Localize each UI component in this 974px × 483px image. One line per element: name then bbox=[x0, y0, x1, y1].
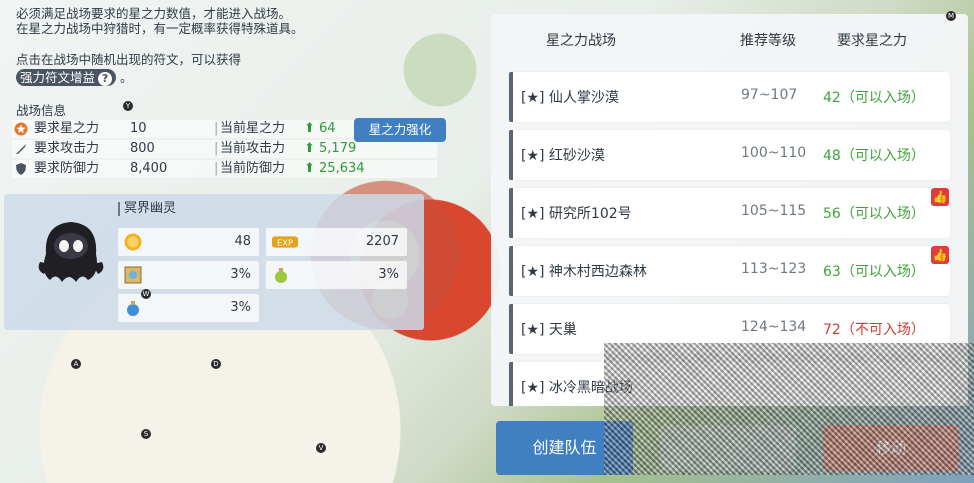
stat-label: 要求攻击力 bbox=[34, 141, 100, 156]
battlefield-row[interactable]: [★] 研究所102号 105~115 56（可以入场） bbox=[509, 188, 950, 238]
row-accent bbox=[509, 362, 513, 406]
divider: | bbox=[214, 141, 219, 156]
stat-cell-rune: 3% bbox=[118, 261, 259, 289]
battlefield-req: 48（可以入场） bbox=[823, 148, 925, 164]
ghost-monster-icon bbox=[38, 222, 104, 282]
battlefield-name: [★] 天巢 bbox=[521, 322, 577, 338]
stat-cell-exp: EXP 2207 bbox=[266, 228, 407, 256]
stat-cell-potion-green: 3% bbox=[266, 261, 407, 289]
header-level: 推荐等级 bbox=[740, 33, 796, 49]
stat-cell-value: 3% bbox=[230, 300, 251, 315]
key-hint-dot: M bbox=[946, 11, 956, 21]
up-arrow-icon: ⬆ bbox=[304, 141, 320, 156]
stat-value: 800 bbox=[130, 141, 155, 156]
header-req: 要求星之力 bbox=[837, 33, 907, 49]
row-accent bbox=[509, 246, 513, 296]
stat-current-label: 当前星之力 bbox=[220, 121, 286, 136]
stat-row-defense: 要求防御力 8,400 | 当前防御力 ⬆ 25,634 bbox=[12, 160, 437, 178]
stat-current-number: 25,634 bbox=[319, 161, 365, 176]
info-line-3: 点击在战场中随机出现的符文，可以获得 bbox=[16, 52, 242, 67]
divider: | bbox=[214, 161, 219, 176]
battlefield-name: [★] 红砂沙漠 bbox=[521, 148, 605, 164]
row-accent bbox=[509, 304, 513, 354]
battlefield-req: 72（不可入场） bbox=[823, 322, 925, 338]
stat-current-value: ⬆ 5,179 bbox=[304, 140, 356, 158]
stat-value: 8,400 bbox=[130, 161, 168, 176]
key-hint-dot: S bbox=[141, 429, 151, 439]
gold-coin-icon bbox=[124, 233, 142, 251]
stat-current-label: 当前攻击力 bbox=[220, 141, 286, 156]
blue-potion-icon bbox=[127, 301, 139, 316]
thumbs-up-icon: 👍 bbox=[931, 246, 949, 264]
battlefield-level: 124~134 bbox=[741, 319, 807, 335]
battlefield-row[interactable]: [★] 红砂沙漠 100~110 48（可以入场） bbox=[509, 130, 950, 180]
battlefield-info-text: 必须满足战场要求的星之力数值，才能进入战场。 在星之力战场中狩猎时，有一定概率获… bbox=[16, 6, 304, 86]
map-background-island bbox=[380, 30, 500, 110]
monster-name: 冥界幽灵 bbox=[118, 202, 176, 216]
rune-buff-chip[interactable]: 强力符文增益? bbox=[16, 69, 117, 86]
battlefield-level: 100~110 bbox=[741, 145, 807, 161]
thumbs-up-icon: 👍 bbox=[931, 188, 949, 206]
stat-current-value: ⬆ 64 bbox=[304, 120, 336, 138]
rune-buff-label: 强力符文增益 bbox=[20, 70, 96, 85]
battlefield-name: [★] 研究所102号 bbox=[521, 206, 632, 222]
key-hint-dot: D bbox=[211, 359, 221, 369]
info-tail: 。 bbox=[120, 70, 133, 85]
stat-current-number: 64 bbox=[319, 121, 336, 136]
row-accent bbox=[509, 188, 513, 238]
up-arrow-icon: ⬆ bbox=[304, 121, 320, 136]
battlefield-level: 105~115 bbox=[741, 203, 807, 219]
monster-card: 冥界幽灵 48 EXP 2207 3% 3% 3% bbox=[4, 194, 424, 330]
battlefield-level: 113~123 bbox=[741, 261, 807, 277]
info-line-2: 在星之力战场中狩猎时，有一定概率获得特殊道具。 bbox=[16, 21, 304, 36]
header-name: 星之力战场 bbox=[546, 33, 616, 49]
stat-value: 10 bbox=[130, 121, 147, 136]
key-hint-dot: A bbox=[71, 359, 81, 369]
stat-current-label: 当前防御力 bbox=[220, 161, 286, 176]
info-line-1: 必须满足战场要求的星之力数值，才能进入战场。 bbox=[16, 6, 292, 21]
row-accent bbox=[509, 130, 513, 180]
key-hint-dot: V bbox=[316, 443, 326, 453]
stat-cell-value: 3% bbox=[230, 267, 251, 282]
battlefield-row[interactable]: [★] 神木村西边森林 113~123 63（可以入场） bbox=[509, 246, 950, 296]
help-icon[interactable]: ? bbox=[98, 72, 113, 86]
up-arrow-icon: ⬆ bbox=[304, 161, 320, 176]
battlefield-req: 42（可以入场） bbox=[823, 90, 925, 106]
stat-cell-value: 3% bbox=[378, 267, 399, 282]
starforce-boost-button[interactable]: 星之力强化 bbox=[354, 118, 446, 142]
divider: | bbox=[214, 121, 219, 136]
rune-scroll-icon bbox=[124, 266, 142, 284]
stat-label: 要求星之力 bbox=[34, 121, 100, 136]
starforce-icon bbox=[14, 122, 28, 136]
battle-info-title: 战场信息 bbox=[16, 103, 67, 118]
battlefield-row[interactable]: [★] 仙人掌沙漠 97~107 42（可以入场） bbox=[509, 72, 950, 122]
stat-label: 要求防御力 bbox=[34, 161, 100, 176]
stat-row-attack: 要求攻击力 800 | 当前攻击力 ⬆ 5,179 bbox=[12, 140, 437, 158]
battlefield-level: 97~107 bbox=[741, 87, 798, 103]
noise-overlay bbox=[604, 343, 974, 475]
exp-icon: EXP bbox=[272, 236, 298, 248]
stat-cell-value: 48 bbox=[234, 234, 251, 249]
battlefield-name: [★] 仙人掌沙漠 bbox=[521, 90, 619, 106]
battlefield-req: 63（可以入场） bbox=[823, 264, 925, 280]
row-accent bbox=[509, 72, 513, 122]
stat-cell-meso: 48 bbox=[118, 228, 259, 256]
stat-current-number: 5,179 bbox=[319, 141, 357, 156]
sword-icon bbox=[16, 144, 26, 154]
battlefield-name: [★] 神木村西边森林 bbox=[521, 264, 647, 280]
svg-text:EXP: EXP bbox=[277, 238, 293, 248]
key-hint-dot: W bbox=[141, 289, 151, 299]
green-potion-icon bbox=[275, 268, 287, 283]
shield-icon bbox=[16, 163, 26, 175]
battlefield-req: 56（可以入场） bbox=[823, 206, 925, 222]
stat-current-value: ⬆ 25,634 bbox=[304, 160, 365, 178]
stat-cell-potion-blue: 3% bbox=[118, 294, 259, 322]
stat-cell-value: 2207 bbox=[365, 234, 399, 249]
key-hint-dot: Y bbox=[123, 101, 133, 111]
